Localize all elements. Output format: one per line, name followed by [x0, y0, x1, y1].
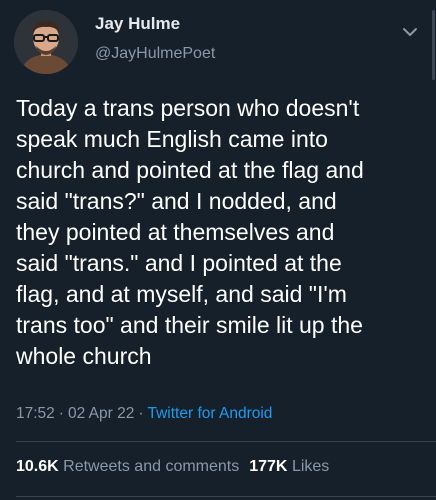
retweets-label: Retweets and comments — [63, 458, 240, 475]
likes-label: Likes — [291, 458, 330, 475]
tweet-text: Today a trans person who doesn't speak m… — [16, 95, 364, 369]
divider — [16, 496, 436, 497]
retweets-stat[interactable]: 10.6K Retweets and comments — [16, 458, 239, 475]
avatar-image — [14, 10, 78, 74]
tweet-meta: 17:52 · 02 Apr 22 · Twitter for Android — [16, 405, 272, 423]
tweet-time: 17:52 — [16, 405, 55, 422]
scrollbar[interactable] — [432, 10, 435, 80]
retweets-count: 10.6K — [16, 458, 59, 475]
likes-count: 177K — [249, 458, 288, 475]
author-handle[interactable]: @JayHulmePoet — [95, 45, 215, 63]
tweet-card: Jay Hulme @JayHulmePoet Today a trans pe… — [0, 0, 436, 500]
tweet-date[interactable]: 02 Apr 22 — [68, 405, 134, 422]
avatar[interactable] — [14, 10, 78, 74]
tweet-source-link[interactable]: Twitter for Android — [148, 405, 273, 422]
author-display-name[interactable]: Jay Hulme — [95, 14, 180, 34]
likes-stat[interactable]: 177K Likes — [249, 458, 329, 475]
meta-separator: · — [138, 405, 144, 422]
tweet-stats: 10.6K Retweets and comments 177K Likes — [16, 458, 329, 476]
chevron-down-icon[interactable] — [400, 22, 420, 42]
meta-separator: · — [58, 405, 64, 422]
divider — [16, 441, 436, 442]
